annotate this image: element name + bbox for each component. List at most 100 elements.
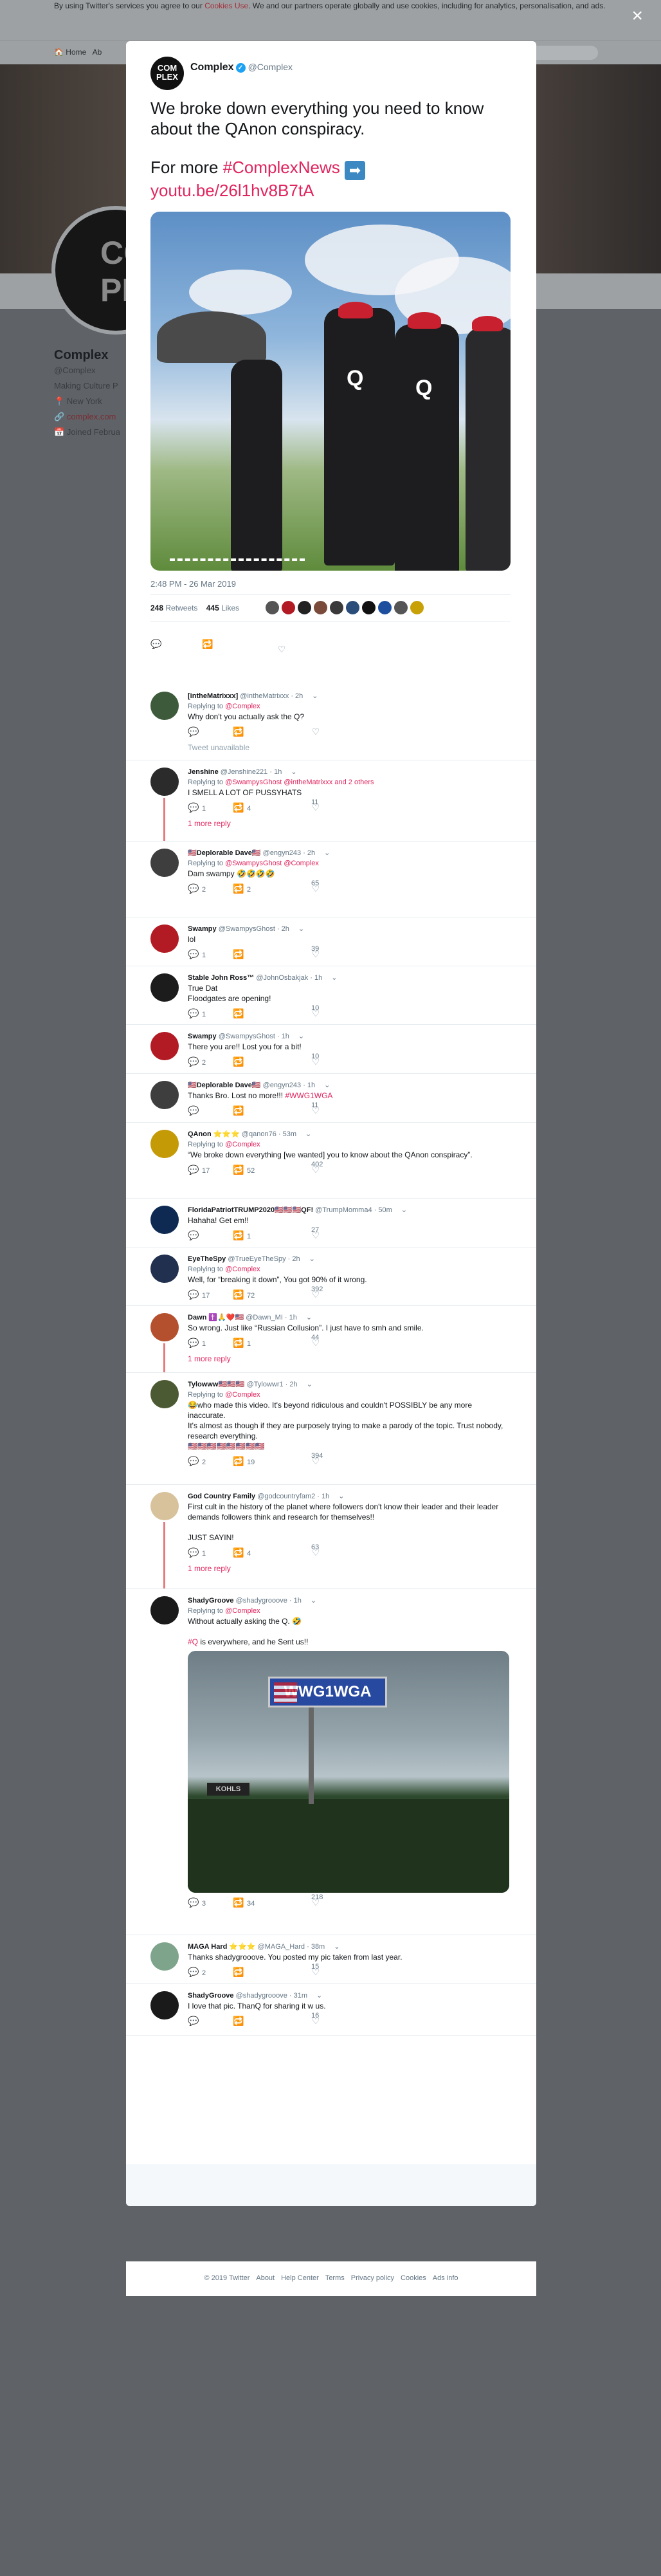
chevron-down-icon[interactable]: ⌄ (311, 1597, 316, 1605)
like-icon[interactable]: ♡ (310, 727, 321, 736)
like-count[interactable]: 445 Likes (206, 603, 239, 612)
reply-tweet[interactable]: 🇺🇸Deplorable Dave🇺🇸 @engyn243 · 1h ⌄ Thank… (126, 1074, 536, 1123)
retweet-icon[interactable]: 🔁 (233, 1457, 244, 1466)
reply-author-name[interactable]: EyeTheSpy (188, 1255, 226, 1263)
like-icon[interactable]: ♡ (276, 645, 287, 654)
main-author[interactable]: Complex ✓ @Complex (190, 62, 293, 73)
profile-link[interactable]: 🔗 complex.com (54, 409, 120, 425)
reply-icon[interactable]: 💬 (188, 1548, 199, 1557)
reply-tweet[interactable]: Swampy @SwampysGhost · 1h ⌄ There you are!… (126, 1025, 536, 1074)
reply-tweet[interactable]: Tylowww🇺🇸🇺🇸🇺🇸 @Tylowwr1 · 2h ⌄ Replying to… (126, 1373, 536, 1485)
chevron-down-icon[interactable]: ⌄ (338, 1493, 344, 1500)
video-progress-bar[interactable] (170, 558, 305, 561)
footer-link[interactable]: Ads info (433, 2274, 458, 2282)
cookie-link[interactable]: Cookies Use (204, 1, 248, 10)
chevron-down-icon[interactable]: ⌄ (298, 1033, 304, 1040)
reply-author-name[interactable]: Stable John Ross™ (188, 974, 254, 982)
retweet-icon[interactable]: 🔁 (233, 1290, 244, 1299)
reply-icon[interactable]: 💬 (188, 1106, 199, 1115)
avatar[interactable] (150, 1596, 179, 1624)
nav-home[interactable]: 🏠 Home Ab (54, 48, 102, 57)
more-replies-link[interactable]: 1 more reply (188, 1354, 509, 1369)
youtube-link[interactable]: youtu.be/26l1hv8B7tA (150, 180, 511, 201)
reply-author-name[interactable]: Jenshine (188, 768, 219, 776)
more-replies-link[interactable]: 1 more reply (188, 1563, 509, 1579)
avatar[interactable] (150, 1380, 179, 1408)
chevron-down-icon[interactable]: ⌄ (305, 1130, 311, 1138)
footer-link[interactable]: About (256, 2274, 275, 2282)
reply-icon[interactable]: 💬 (188, 1165, 199, 1174)
reply-tweet[interactable]: ShadyGroove @shadygrooove · 31m ⌄ I love t… (126, 1984, 536, 2036)
reply-tweet[interactable]: [intheMatrixxx] @intheMatrixxx · 2h ⌄ Repl… (126, 685, 536, 760)
reply-icon[interactable]: 💬 (188, 2016, 199, 2025)
reply-author-name[interactable]: 🇺🇸Deplorable Dave🇺🇸 (188, 849, 261, 857)
hashtag-link[interactable]: #ComplexNews (223, 158, 340, 177)
reply-icon[interactable]: 💬 (188, 1967, 199, 1976)
mention-link[interactable]: @Complex (225, 703, 260, 710)
reply-author-name[interactable]: [intheMatrixxx] (188, 692, 238, 700)
footer-link[interactable]: Terms (325, 2274, 345, 2282)
avatar[interactable] (150, 973, 179, 1002)
reply-icon[interactable]: 💬 (188, 1009, 199, 1018)
reply-icon[interactable]: 💬 (188, 803, 199, 812)
chevron-down-icon[interactable]: ⌄ (316, 1992, 322, 2000)
chevron-down-icon[interactable]: ⌄ (298, 925, 304, 933)
retweet-icon[interactable]: 🔁 (233, 1548, 244, 1557)
reply-tweet[interactable]: Jenshine @Jenshine221 · 1h ⌄ Replying to @… (126, 760, 536, 842)
reply-icon[interactable]: 💬 (188, 1898, 199, 1907)
reply-tweet[interactable]: QAnon ⭐⭐⭐ @qanon76 · 53m ⌄ Replying to @Co… (126, 1123, 536, 1199)
retweet-icon[interactable]: 🔁 (233, 1165, 244, 1174)
retweet-icon[interactable]: 🔁 (233, 2016, 244, 2025)
reply-icon[interactable]: 💬 (150, 639, 162, 649)
avatar[interactable] (150, 692, 179, 720)
retweet-icon[interactable]: 🔁 (233, 1106, 244, 1115)
reply-author-name[interactable]: Dawn ✝️🙏❤️🇺🇸 (188, 1314, 244, 1321)
reply-tweet[interactable]: ShadyGroove @shadygrooove · 1h ⌄ Replying … (126, 1589, 536, 1935)
hashtag-link[interactable]: #WWG1WGA (285, 1091, 332, 1100)
reply-icon[interactable]: 💬 (188, 884, 199, 893)
retweet-icon[interactable]: 🔁 (202, 639, 213, 649)
chevron-down-icon[interactable]: ⌄ (331, 974, 337, 982)
reply-tweet[interactable]: FloridaPatriotTRUMP2020🇺🇸🇺🇸🇺🇸QF! @TrumpM… (126, 1199, 536, 1247)
retweet-icon[interactable]: 🔁 (233, 950, 244, 959)
reply-icon[interactable]: 💬 (188, 1057, 199, 1066)
reply-author-name[interactable]: God Country Family (188, 1493, 255, 1500)
reply-tweet[interactable]: 🇺🇸Deplorable Dave🇺🇸 @engyn243 · 2h ⌄ Reply… (126, 842, 536, 917)
avatar[interactable] (150, 1255, 179, 1283)
chevron-down-icon[interactable]: ⌄ (306, 1314, 312, 1321)
reply-author-name[interactable]: FloridaPatriotTRUMP2020🇺🇸🇺🇸🇺🇸QF! (188, 1206, 313, 1214)
reply-author-name[interactable]: Swampy (188, 925, 217, 933)
retweet-icon[interactable]: 🔁 (233, 727, 244, 736)
retweet-icon[interactable]: 🔁 (233, 1009, 244, 1018)
reply-icon[interactable]: 💬 (188, 727, 199, 736)
mention-link[interactable]: @Complex (225, 1265, 260, 1273)
avatar[interactable] (150, 1081, 179, 1109)
chevron-down-icon[interactable]: ⌄ (401, 1206, 407, 1214)
reply-icon[interactable]: 💬 (188, 1290, 199, 1299)
mention-link[interactable]: @SwampysGhost @intheMatrixxx and 2 other… (225, 778, 374, 786)
chevron-down-icon[interactable]: ⌄ (309, 1255, 315, 1263)
more-replies-link[interactable]: 1 more reply (188, 818, 509, 834)
reply-author-name[interactable]: MAGA Hard ⭐⭐⭐ (188, 1943, 255, 1951)
retweet-icon[interactable]: 🔁 (233, 1898, 244, 1907)
avatar[interactable] (150, 1206, 179, 1234)
chevron-down-icon[interactable]: ⌄ (312, 692, 318, 700)
retweet-icon[interactable]: 🔁 (233, 1967, 244, 1976)
avatar[interactable] (150, 1492, 179, 1520)
reply-tweet[interactable]: Swampy @SwampysGhost · 2h ⌄ lol 💬 1 🔁 ♡ 39 (126, 917, 536, 966)
reply-tweet[interactable]: Stable John Ross™ @JohnOsbakjak · 1h ⌄ Tru… (126, 966, 536, 1025)
reply-tweet[interactable]: God Country Family @godcountryfam2 · 1h ⌄… (126, 1485, 536, 1589)
chevron-down-icon[interactable]: ⌄ (334, 1943, 340, 1951)
close-icon[interactable]: × (631, 6, 643, 26)
reply-tweet[interactable]: MAGA Hard ⭐⭐⭐ @MAGA_Hard · 38m ⌄ Thanks sh… (126, 1935, 536, 1984)
hashtag-link[interactable]: #Q (188, 1637, 198, 1646)
retweet-icon[interactable]: 🔁 (233, 1057, 244, 1066)
reply-author-name[interactable]: QAnon ⭐⭐⭐ (188, 1130, 240, 1138)
reply-icon[interactable]: 💬 (188, 1338, 199, 1347)
footer-link[interactable]: Cookies (401, 2274, 426, 2282)
reply-icon[interactable]: 💬 (188, 950, 199, 959)
reply-icon[interactable]: 💬 (188, 1231, 199, 1240)
mention-link[interactable]: @Complex (225, 1391, 260, 1399)
reply-tweet[interactable]: Dawn ✝️🙏❤️🇺🇸 @Dawn_MI · 1h ⌄ So wrong. Jus… (126, 1306, 536, 1373)
reply-author-name[interactable]: 🇺🇸Deplorable Dave🇺🇸 (188, 1081, 261, 1089)
